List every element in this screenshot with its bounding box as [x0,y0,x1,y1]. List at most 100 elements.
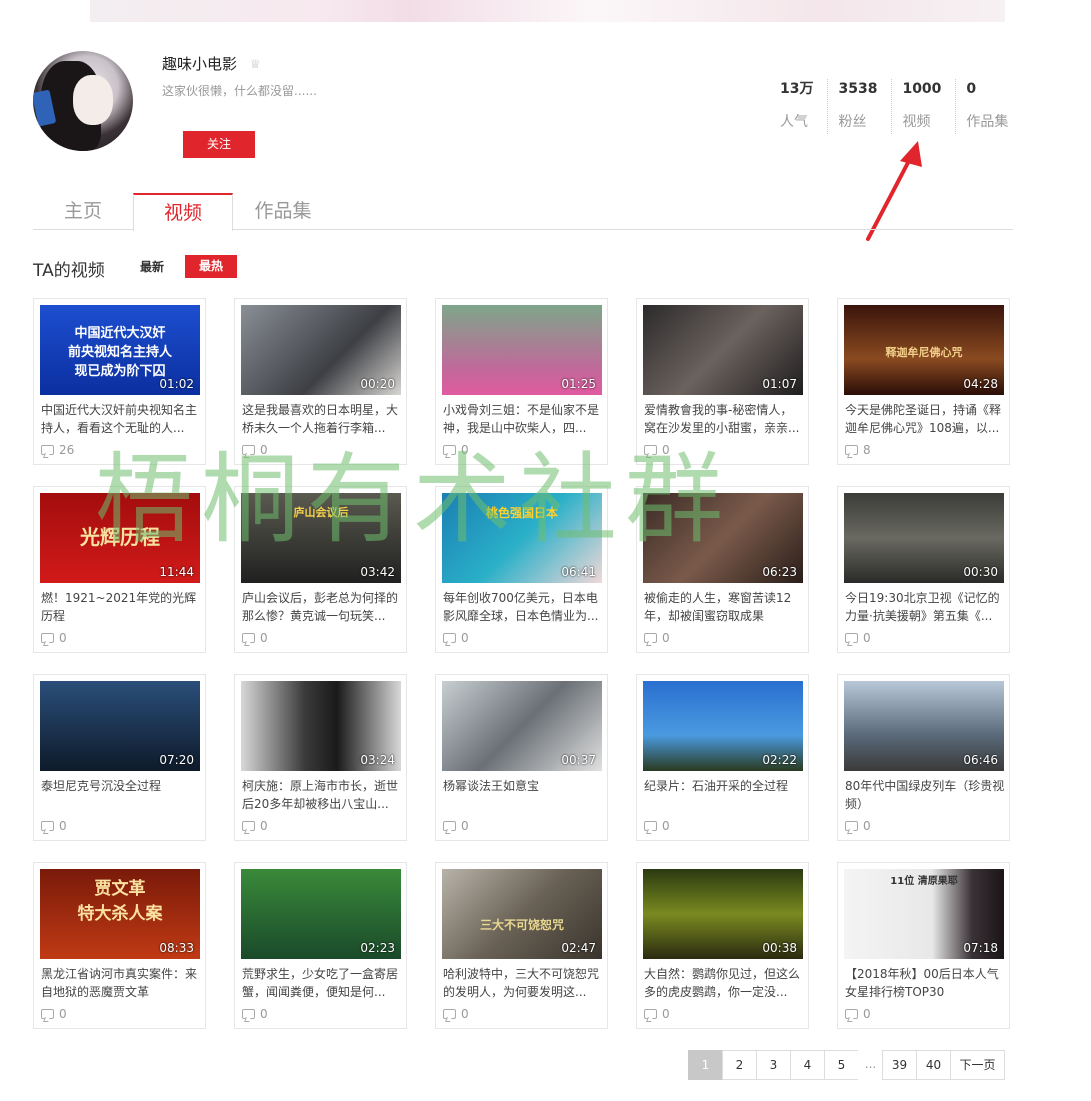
comment-count-value: 8 [863,443,871,457]
video-title[interactable]: 纪录片：石油开采的全过程 [644,777,804,813]
tab-collections[interactable]: 作品集 [233,193,333,230]
video-title[interactable]: 80年代中国绿皮列车（珍贵视频） [845,777,1005,813]
video-duration: 11:44 [159,565,194,579]
video-card[interactable]: 07:20 泰坦尼克号沉没全过程 0 [33,674,206,841]
video-card[interactable]: 03:24 柯庆施：原上海市市长，逝世后20多年却被移出八宝山... 0 [234,674,407,841]
video-title[interactable]: 荒野求生，少女吃了一盒寄居蟹，闻闻粪便，便知是何... [242,965,402,1001]
comment-icon [41,633,54,643]
video-title[interactable]: 哈利波特中，三大不可饶恕咒的发明人，为何要发明这... [443,965,603,1001]
comment-count-value: 0 [59,1007,67,1021]
video-title[interactable]: 泰坦尼克号沉没全过程 [41,777,201,813]
video-duration: 00:20 [360,377,395,391]
comment-icon [845,633,858,643]
video-thumbnail[interactable]: 贾文革 特大杀人案 08:33 [40,869,200,959]
comment-count: 0 [41,819,67,833]
sort-newest-button[interactable]: 最新 [140,258,164,275]
thumbnail-caption: 贾文革 特大杀人案 [77,879,163,924]
comment-count-value: 0 [662,443,670,457]
page-button[interactable]: 3 [756,1050,791,1080]
video-thumbnail[interactable]: 03:24 [241,681,401,771]
video-card[interactable]: 00:20 这是我最喜欢的日本明星，大桥未久一个人拖着行李箱... 0 [234,298,407,465]
video-thumbnail[interactable]: 00:20 [241,305,401,395]
comment-icon [242,633,255,643]
video-card[interactable]: 00:38 大自然：鹦鹉你见过，但这么多的虎皮鹦鹉，你一定没... 0 [636,862,809,1029]
stat-value: 3538 [838,81,878,97]
video-thumbnail[interactable]: 01:07 [643,305,803,395]
video-title[interactable]: 大自然：鹦鹉你见过，但这么多的虎皮鹦鹉，你一定没... [644,965,804,1001]
stat-label: 视频 [902,114,931,130]
video-card[interactable]: 释迦牟尼佛心咒 04:28 今天是佛陀圣诞日，持诵《释迦牟尼佛心咒》108遍，以..… [837,298,1010,465]
video-card[interactable]: 中国近代大汉奸 前央视知名主持人 现已成为阶下囚 01:02 中国近代大汉奸前央视知… [33,298,206,465]
video-thumbnail[interactable]: 01:25 [442,305,602,395]
video-card[interactable]: 02:23 荒野求生，少女吃了一盒寄居蟹，闻闻粪便，便知是何... 0 [234,862,407,1029]
video-thumbnail[interactable]: 中国近代大汉奸 前央视知名主持人 现已成为阶下囚 01:02 [40,305,200,395]
video-card[interactable]: 11位 清原果耶 07:18 【2018年秋】00后日本人气女星排行榜TOP30 0 [837,862,1010,1029]
page-button[interactable]: 40 [916,1050,951,1080]
video-card[interactable]: 06:23 被偷走的人生，寒窗苦读12年，却被闺蜜窃取成果 0 [636,486,809,653]
video-thumbnail[interactable]: 00:37 [442,681,602,771]
video-title[interactable]: 燃！1921~2021年党的光辉历程 [41,589,201,625]
video-card[interactable]: 三大不可饶恕咒 02:47 哈利波特中，三大不可饶恕咒的发明人，为何要发明这... 0 [435,862,608,1029]
video-card[interactable]: 01:25 小戏骨刘三姐：不是仙家不是神，我是山中砍柴人，四... 0 [435,298,608,465]
video-thumbnail[interactable]: 02:23 [241,869,401,959]
stat-collections[interactable]: 0 作品集 [956,79,1022,134]
video-card[interactable]: 00:30 今日19:30北京卫视《记忆的力量·抗美援朝》第五集《... 0 [837,486,1010,653]
video-thumbnail[interactable]: 桃色强国日本 06:41 [442,493,602,583]
video-title[interactable]: 每年创收700亿美元，日本电影风靡全球，日本色情业为... [443,589,603,625]
comment-icon [242,821,255,831]
video-thumbnail[interactable]: 06:46 [844,681,1004,771]
page-button[interactable]: 2 [722,1050,757,1080]
video-thumbnail[interactable]: 00:30 [844,493,1004,583]
page-button[interactable]: 39 [882,1050,917,1080]
stat-popularity[interactable]: 13万 人气 [770,79,829,134]
video-title[interactable]: 杨幂谈法王如意宝 [443,777,603,813]
video-card[interactable]: 光辉历程 11:44 燃！1921~2021年党的光辉历程 0 [33,486,206,653]
video-card[interactable]: 庐山会议后 03:42 庐山会议后，彭老总为何择的那么惨？黄克诚一句玩笑... 0 [234,486,407,653]
thumbnail-caption: 光辉历程 [80,525,160,549]
video-thumbnail[interactable]: 00:38 [643,869,803,959]
thumbnail-caption: 11位 清原果耶 [890,876,958,887]
video-thumbnail[interactable]: 11位 清原果耶 07:18 [844,869,1004,959]
video-thumbnail[interactable]: 06:23 [643,493,803,583]
tab-videos[interactable]: 视频 [133,193,233,231]
stat-fans[interactable]: 3538 粉丝 [828,79,893,134]
video-thumbnail[interactable]: 三大不可饶恕咒 02:47 [442,869,602,959]
page-button[interactable]: 4 [790,1050,825,1080]
video-card[interactable]: 贾文革 特大杀人案 08:33 黑龙江省讷河市真实案件：来自地狱的恶魔贾文革 0 [33,862,206,1029]
tab-home[interactable]: 主页 [33,193,133,230]
video-title[interactable]: 今日19:30北京卫视《记忆的力量·抗美援朝》第五集《... [845,589,1005,625]
stat-videos[interactable]: 1000 视频 [892,79,957,134]
video-title[interactable]: 这是我最喜欢的日本明星，大桥未久一个人拖着行李箱... [242,401,402,437]
video-thumbnail[interactable]: 光辉历程 11:44 [40,493,200,583]
video-title[interactable]: 黑龙江省讷河市真实案件：来自地狱的恶魔贾文革 [41,965,201,1001]
video-thumbnail[interactable]: 庐山会议后 03:42 [241,493,401,583]
video-thumbnail[interactable]: 释迦牟尼佛心咒 04:28 [844,305,1004,395]
stat-value: 1000 [902,81,942,97]
comment-icon [845,445,858,455]
follow-button[interactable]: 关注 [183,131,255,158]
page-button[interactable]: 1 [688,1050,723,1080]
sort-hottest-button[interactable]: 最热 [185,255,237,278]
video-card[interactable]: 桃色强国日本 06:41 每年创收700亿美元，日本电影风靡全球，日本色情业为...… [435,486,608,653]
video-title[interactable]: 今天是佛陀圣诞日，持诵《释迦牟尼佛心咒》108遍，以... [845,401,1005,437]
comment-count-value: 0 [662,1007,670,1021]
video-title[interactable]: 被偷走的人生，寒窗苦读12年，却被闺蜜窃取成果 [644,589,804,625]
video-card[interactable]: 00:37 杨幂谈法王如意宝 0 [435,674,608,841]
video-title[interactable]: 庐山会议后，彭老总为何择的那么惨？黄克诚一句玩笑... [242,589,402,625]
video-title[interactable]: 爱情教會我的事-秘密情人，窝在沙发里的小甜蜜，亲亲... [644,401,804,437]
video-card[interactable]: 02:22 纪录片：石油开采的全过程 0 [636,674,809,841]
next-page-button[interactable]: 下一页 [950,1050,1005,1080]
video-title[interactable]: 柯庆施：原上海市市长，逝世后20多年却被移出八宝山... [242,777,402,813]
video-duration: 01:02 [159,377,194,391]
video-thumbnail[interactable]: 07:20 [40,681,200,771]
page-button[interactable]: 5 [824,1050,859,1080]
video-card[interactable]: 06:46 80年代中国绿皮列车（珍贵视频） 0 [837,674,1010,841]
video-card[interactable]: 01:07 爱情教會我的事-秘密情人，窝在沙发里的小甜蜜，亲亲... 0 [636,298,809,465]
comment-count: 26 [41,443,74,457]
video-title[interactable]: 【2018年秋】00后日本人气女星排行榜TOP30 [845,965,1005,1001]
video-title[interactable]: 小戏骨刘三姐：不是仙家不是神，我是山中砍柴人，四... [443,401,603,437]
comment-icon [242,445,255,455]
video-thumbnail[interactable]: 02:22 [643,681,803,771]
avatar[interactable] [33,51,133,151]
video-title[interactable]: 中国近代大汉奸前央视知名主持人，看看这个无耻的人... [41,401,201,437]
